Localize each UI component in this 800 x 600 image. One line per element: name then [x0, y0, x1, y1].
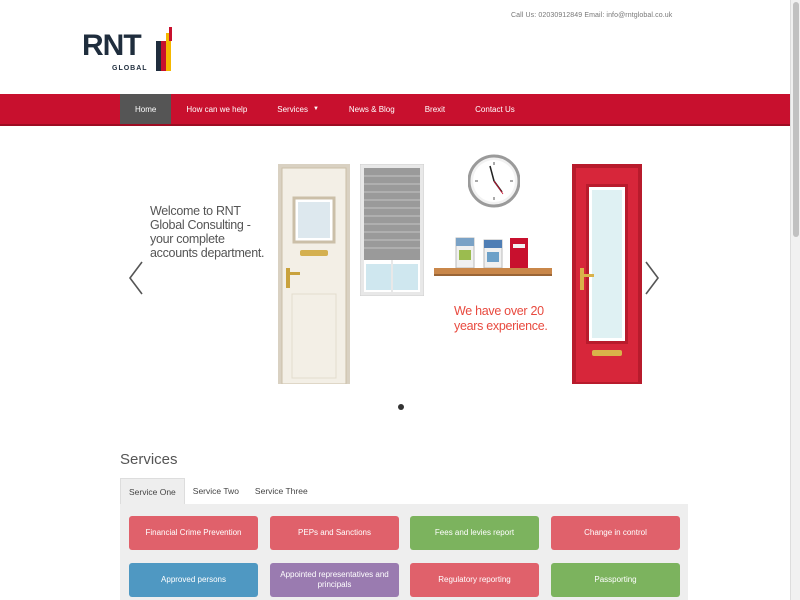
nav-item-news-blog[interactable]: News & Blog	[334, 94, 410, 124]
service-button-regulatory-reporting[interactable]: Regulatory reporting	[410, 563, 539, 597]
hero-carousel: Welcome to RNT Global Consulting - your …	[120, 140, 680, 420]
chevron-left-icon[interactable]	[128, 260, 144, 296]
service-button-approved-persons[interactable]: Approved persons	[129, 563, 258, 597]
contact-info: Call Us: 02030912849 Email: info@rntglob…	[511, 12, 673, 19]
tab-service-two[interactable]: Service Two	[185, 478, 247, 504]
nav-item-contact-us[interactable]: Contact Us	[460, 94, 530, 124]
logo-subtitle: GLOBAL	[112, 65, 148, 72]
service-button-peps-sanctions[interactable]: PEPs and Sanctions	[270, 516, 399, 550]
nav-label: How can we help	[186, 104, 248, 114]
nav-item-how-can-we-help[interactable]: How can we help	[171, 94, 262, 124]
caret-down-icon: ▼	[312, 106, 319, 112]
carousel-indicator[interactable]	[398, 404, 404, 410]
logo-text: RNT	[82, 29, 142, 62]
service-button-fees-levies[interactable]: Fees and levies report	[410, 516, 539, 550]
nav-label: Home	[135, 104, 157, 114]
service-button-financial-crime[interactable]: Financial Crime Prevention	[129, 516, 258, 550]
page-scrollbar[interactable]	[790, 0, 800, 600]
tab-service-one[interactable]: Service One	[120, 478, 185, 504]
chevron-right-icon[interactable]	[644, 260, 660, 296]
nav-label: Contact Us	[475, 104, 515, 114]
wall-clock-image	[468, 154, 520, 208]
white-door-image	[278, 164, 350, 384]
carousel-caption-experience: We have over 20 years experience.	[454, 304, 548, 333]
carousel-caption-welcome: Welcome to RNT Global Consulting - your …	[150, 204, 265, 260]
tab-service-three[interactable]: Service Three	[247, 478, 316, 504]
service-button-passporting[interactable]: Passporting	[551, 563, 680, 597]
service-button-change-control[interactable]: Change in control	[551, 516, 680, 550]
services-title: Services	[120, 451, 178, 468]
main-nav: Home How can we help Services ▼ News & Bl…	[0, 94, 790, 126]
book-shelf-image	[434, 237, 552, 276]
window-blinds-image	[360, 164, 424, 296]
nav-item-services[interactable]: Services ▼	[262, 94, 334, 124]
logo[interactable]: RNT GLOBAL	[82, 27, 182, 77]
nav-item-brexit[interactable]: Brexit	[410, 94, 460, 124]
red-door-image	[572, 164, 642, 384]
nav-label: Services	[277, 104, 308, 114]
scrollbar-thumb[interactable]	[793, 2, 799, 237]
logo-flag-icon	[156, 27, 172, 71]
nav-label: Brexit	[424, 104, 446, 114]
services-panel: Financial Crime Prevention PEPs and Sanc…	[120, 504, 688, 600]
nav-label: News & Blog	[348, 104, 395, 114]
nav-item-home[interactable]: Home	[120, 94, 172, 124]
service-button-appointed-reps[interactable]: Appointed representatives and principals	[270, 563, 399, 597]
services-tabs: Service One Service Two Service Three	[120, 478, 316, 504]
